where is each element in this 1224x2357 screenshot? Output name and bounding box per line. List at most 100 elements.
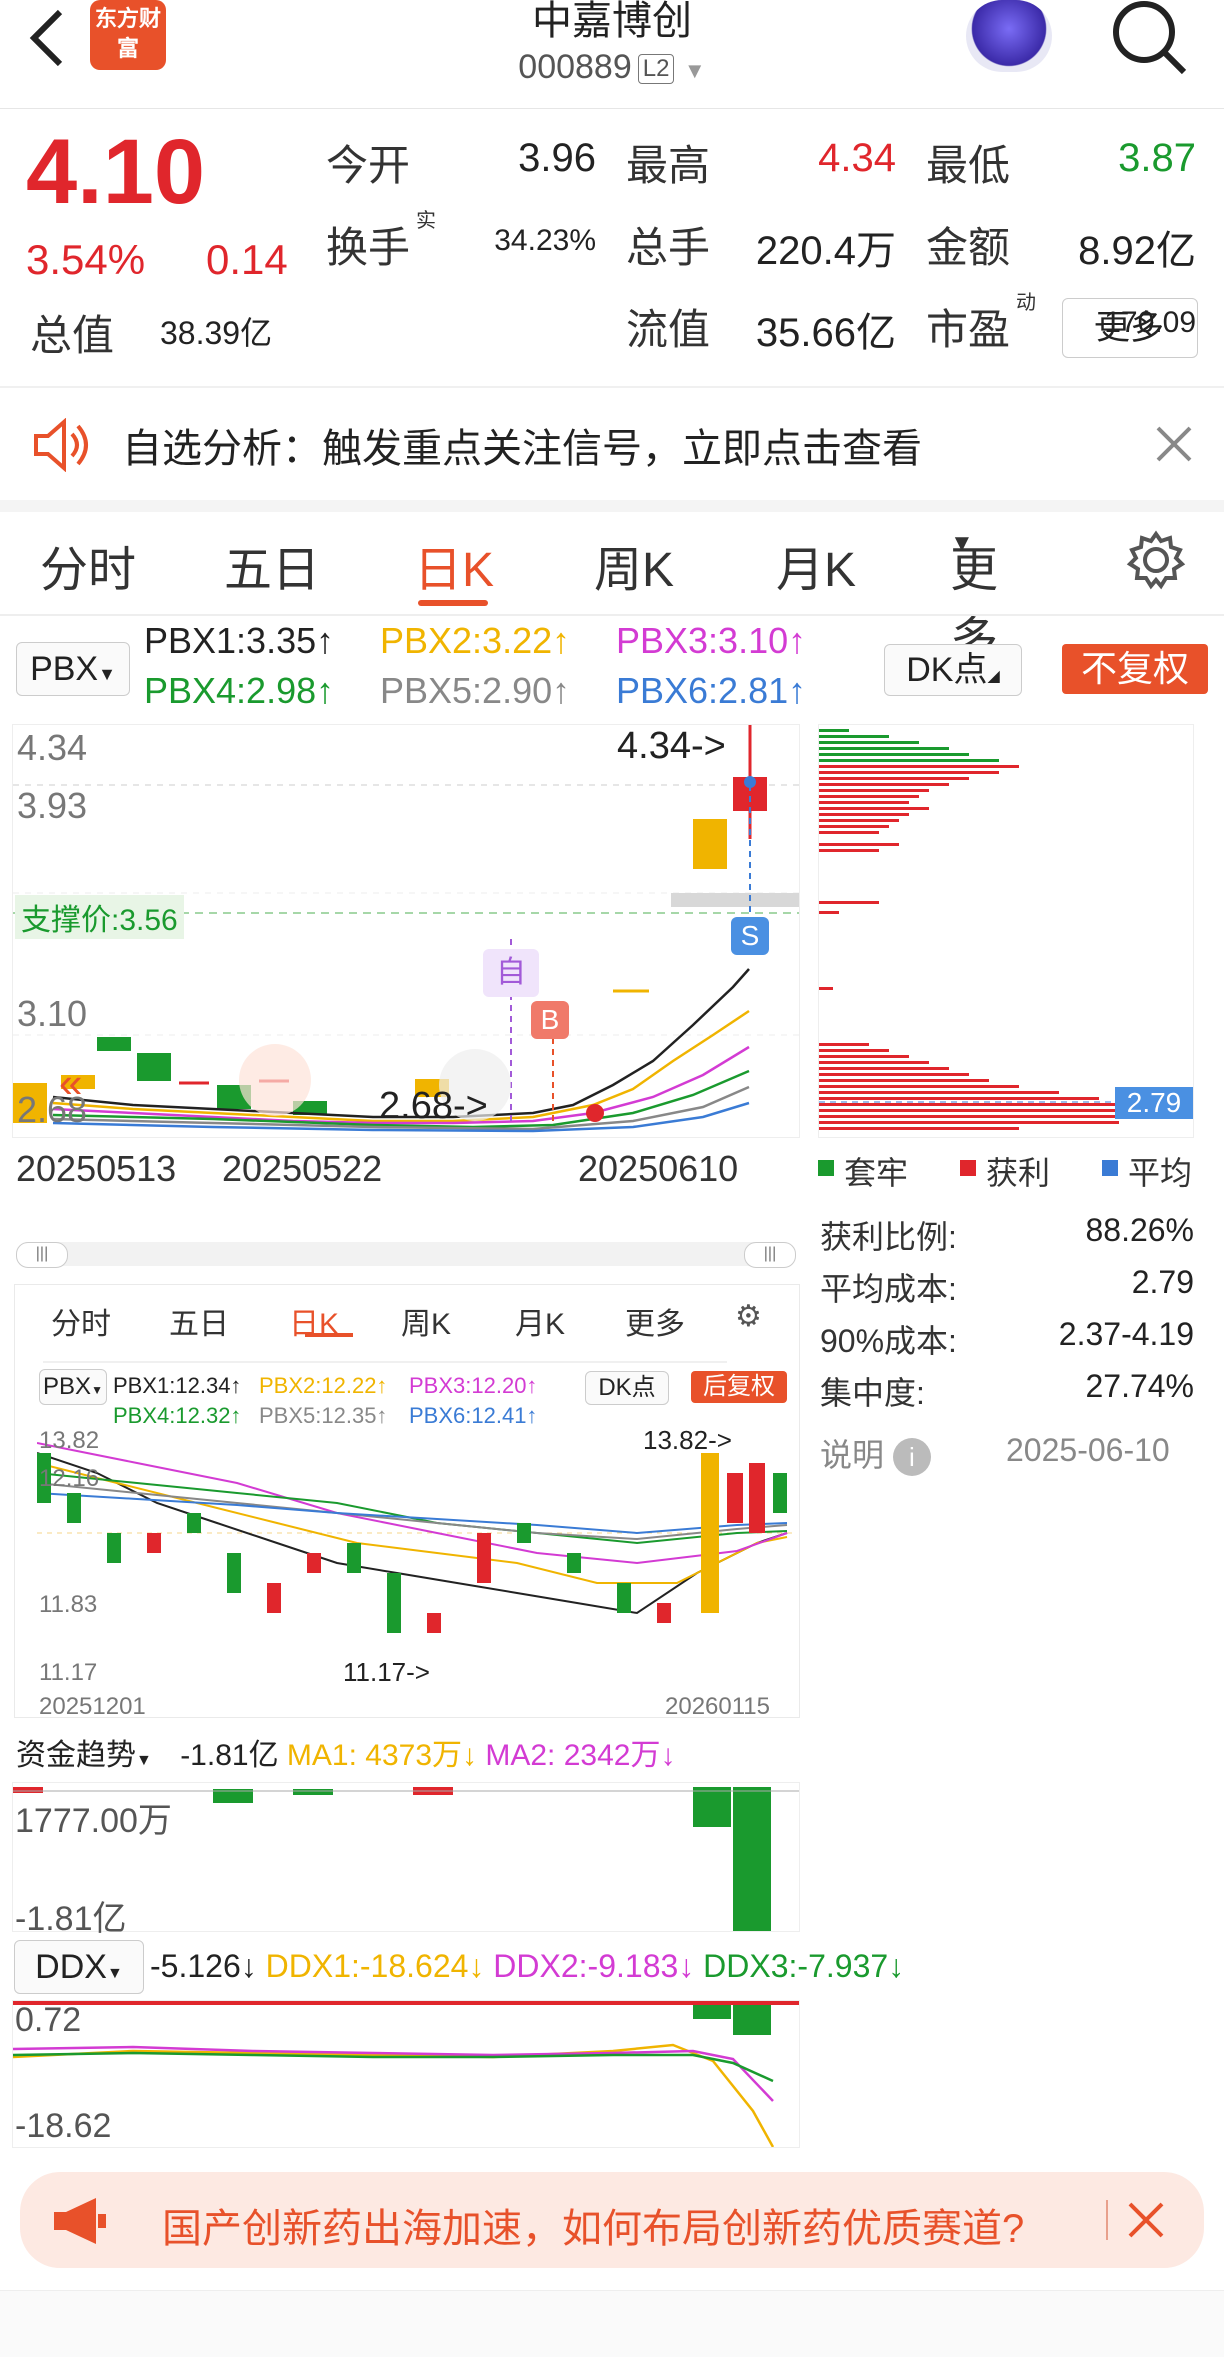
level-badge: L2 bbox=[637, 54, 675, 85]
tab-wuri[interactable]: 五日 bbox=[224, 530, 320, 600]
sell-signal-marker[interactable]: S bbox=[731, 917, 769, 955]
embedded-y-label: 13.82 bbox=[39, 1427, 100, 1454]
chip-bar bbox=[819, 1061, 929, 1064]
chip-bar bbox=[819, 1085, 1019, 1088]
chip-stat-value: 88.26% bbox=[1085, 1212, 1194, 1248]
y-label: 3.10 bbox=[17, 993, 88, 1034]
promo-text: 国产创新药出海加速，如何布局创新药优质赛道? bbox=[162, 2207, 1025, 2251]
settings-gear-icon[interactable] bbox=[1126, 530, 1186, 590]
dk-point-select[interactable]: DK点◢ bbox=[884, 644, 1022, 696]
adjust-mode-button[interactable]: 不复权 bbox=[1062, 644, 1208, 694]
indicator-select[interactable]: PBX▼ bbox=[16, 642, 130, 696]
indicator-value-pbx2: PBX2:3.22↑ bbox=[380, 620, 571, 661]
chip-bar bbox=[819, 771, 999, 774]
settings-gear-icon[interactable]: ⚙ bbox=[735, 1299, 762, 1334]
fund-bar bbox=[293, 1789, 333, 1795]
chip-bar bbox=[819, 1097, 1099, 1100]
ddx-value: -5.126↓ bbox=[150, 1948, 257, 1984]
tab-zhouk[interactable]: 周K bbox=[594, 530, 674, 600]
active-tab-indicator bbox=[305, 1333, 353, 1337]
fund-flow-chart[interactable]: 1777.00万 -1.81亿 bbox=[12, 1782, 800, 1938]
tab-fenshi[interactable]: 分时 bbox=[40, 530, 136, 600]
embedded-y-label: 11.17 bbox=[39, 1659, 98, 1686]
x-label: 20250513 bbox=[16, 1148, 177, 1189]
candle bbox=[749, 1463, 765, 1533]
note-label[interactable]: 说明 i bbox=[820, 1430, 931, 1476]
embedded-x-label: 20260115 bbox=[665, 1693, 770, 1720]
chip-bar bbox=[819, 843, 899, 846]
active-tab-indicator bbox=[418, 600, 488, 606]
candle bbox=[517, 1523, 531, 1543]
ddx-chart[interactable]: 0.72 -18.62 bbox=[12, 2000, 800, 2148]
embedded-dk-select[interactable]: DK点 bbox=[585, 1371, 669, 1405]
chip-bar bbox=[819, 1079, 989, 1082]
buy-signal-marker[interactable]: B bbox=[531, 1001, 569, 1039]
embedded-indicator-value: PBX6:12.41↑ bbox=[409, 1403, 538, 1428]
candle bbox=[137, 1053, 171, 1081]
x-label: 20250522 bbox=[222, 1148, 383, 1189]
fund-flow-header: 资金趋势▼ -1.81亿 MA1: 4373万↓ MA2: 2342万↓ bbox=[16, 1730, 675, 1774]
scrollbar-left-handle[interactable]: ||| bbox=[16, 1242, 68, 1268]
more-quote-button[interactable]: 更多 bbox=[1062, 298, 1198, 358]
divider bbox=[0, 500, 1224, 512]
self-select-marker[interactable]: 自 bbox=[483, 949, 539, 997]
chip-stat-label: 90%成本: bbox=[820, 1323, 957, 1359]
chip-bar bbox=[819, 753, 969, 756]
alert-bar[interactable]: 自选分析：触发重点关注信号，立即点击查看 bbox=[0, 388, 1224, 500]
chip-bar bbox=[819, 801, 909, 804]
embedded-adjust-button[interactable]: 后复权 bbox=[691, 1371, 787, 1403]
divider bbox=[43, 1361, 727, 1363]
embedded-tab[interactable]: 月K bbox=[515, 1299, 565, 1343]
embedded-tab[interactable]: 五日 bbox=[169, 1299, 229, 1343]
quote-label: 最高 bbox=[626, 142, 711, 189]
average-price-tag: 2.79 bbox=[1115, 1087, 1193, 1119]
quote-value: 34.23% bbox=[494, 224, 596, 257]
quote-label: 换手 bbox=[326, 224, 411, 271]
embedded-indicator-value: PBX3:12.20↑ bbox=[409, 1373, 538, 1398]
promo-banner[interactable]: 国产创新药出海加速，如何布局创新药优质赛道? bbox=[20, 2172, 1204, 2268]
scroll-left-icon[interactable]: « bbox=[59, 1059, 82, 1107]
legend-label: 套牢 bbox=[844, 1155, 909, 1191]
tab-rik[interactable]: 日K bbox=[414, 530, 494, 600]
search-icon[interactable] bbox=[1108, 0, 1188, 76]
change-percent: 3.54% bbox=[26, 236, 146, 283]
chip-bar bbox=[819, 789, 929, 792]
chevron-down-icon: ▼ bbox=[91, 1383, 103, 1397]
chip-bar bbox=[819, 777, 969, 780]
close-icon[interactable] bbox=[1154, 424, 1194, 464]
tab-yuek[interactable]: 月K bbox=[776, 530, 856, 600]
stock-code: 000889 bbox=[518, 48, 632, 86]
kline-chart[interactable]: 4.34 3.93 3.10 2.68 4.34-> 2.68-> 支撑价:3.… bbox=[12, 724, 800, 1138]
divider bbox=[0, 614, 1224, 616]
quote-label-sup: 实 bbox=[416, 210, 436, 232]
embedded-kline-panel[interactable]: 分时 五日 日K 周K 月K 更多 ⚙ PBX▼ PBX1:12.34↑ PBX2:12.22… bbox=[14, 1284, 800, 1720]
candle bbox=[773, 1473, 787, 1513]
chip-bars bbox=[819, 729, 1193, 1130]
quote-label: 最低 bbox=[926, 142, 1011, 189]
chip-bar bbox=[819, 741, 919, 744]
chip-bar bbox=[819, 1043, 869, 1046]
chip-bar bbox=[819, 1055, 909, 1058]
embedded-indicator-name: PBX bbox=[43, 1373, 92, 1400]
close-icon[interactable] bbox=[1126, 2200, 1166, 2240]
robot-assistant-icon[interactable] bbox=[966, 0, 1052, 72]
scrollbar-right-handle[interactable]: ||| bbox=[744, 1242, 796, 1268]
embedded-tab[interactable]: 周K bbox=[401, 1299, 451, 1343]
note-text: 说明 bbox=[820, 1437, 885, 1473]
chip-distribution[interactable]: 2.79 bbox=[818, 724, 1194, 1138]
embedded-tab[interactable]: 更多 bbox=[625, 1299, 685, 1343]
chip-bar bbox=[819, 795, 919, 798]
range-scrollbar[interactable]: ||| ||| bbox=[16, 1242, 796, 1268]
candle bbox=[147, 1533, 161, 1553]
embedded-y-label: 11.83 bbox=[39, 1591, 98, 1618]
quote-value: 220.4万 bbox=[755, 229, 896, 273]
fund-flow-title[interactable]: 资金趋势 bbox=[16, 1739, 136, 1772]
ddx-bar bbox=[693, 2005, 731, 2019]
candle bbox=[307, 1553, 321, 1573]
ddx-select[interactable]: DDX▼ bbox=[14, 1940, 144, 1994]
embedded-tab[interactable]: 分时 bbox=[51, 1299, 111, 1343]
info-icon: i bbox=[892, 1438, 931, 1476]
current-price: 4.10 bbox=[26, 121, 206, 223]
embedded-indicator-select[interactable]: PBX▼ bbox=[39, 1369, 107, 1405]
indicator-value-pbx4: PBX4:2.98↑ bbox=[144, 670, 335, 711]
